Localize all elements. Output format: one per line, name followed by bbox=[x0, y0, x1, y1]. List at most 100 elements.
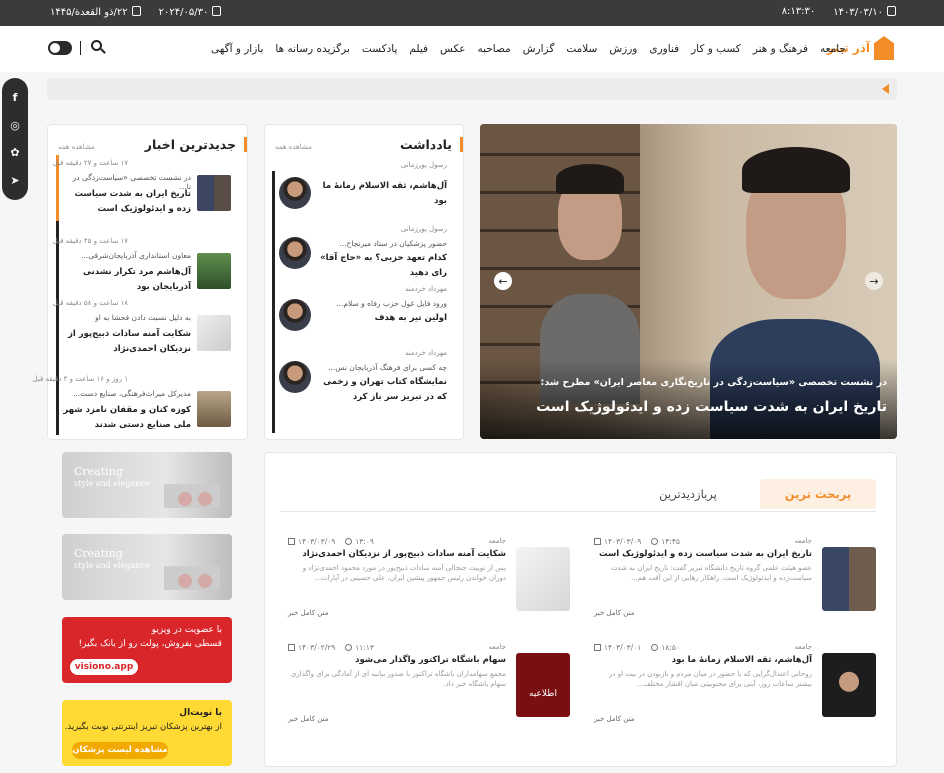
tab-most-discussed[interactable]: پربحث ترین bbox=[760, 479, 876, 509]
date-group-right: ۱۴۰۳/۰۳/۱۰ ۸:۱۳:۳۰ bbox=[782, 6, 896, 18]
story-lead: پس از توییت جنجالی آمنه سادات ذبیح‌پور د… bbox=[302, 564, 506, 582]
calendar-icon bbox=[288, 644, 295, 651]
story-meta: ۱۴۰۳/۰۳/۰۹ ۱۴:۴۵ bbox=[594, 537, 680, 546]
nav-item[interactable]: مصاحبه bbox=[478, 43, 511, 55]
rail-divider bbox=[272, 171, 275, 433]
nav-item[interactable]: سلامت bbox=[566, 43, 597, 55]
nav-item[interactable]: کسب و کار bbox=[691, 43, 741, 55]
calendar-icon bbox=[212, 6, 222, 16]
hero-title[interactable]: تاریخ ایران به شدت سیاست زده و ایدئولوژی… bbox=[536, 399, 887, 415]
ad-chair-image bbox=[198, 492, 212, 506]
story-image bbox=[516, 547, 570, 611]
calendar-icon bbox=[887, 6, 896, 16]
note-title[interactable]: آل‌هاشم، ثقه الاسلام زمانهٔ ما بود bbox=[317, 179, 447, 209]
aparat-icon[interactable]: ✿ bbox=[8, 146, 22, 160]
story-title[interactable]: شکایت آمنه سادات ذبیح‌پور از نزدیکان احم… bbox=[286, 549, 506, 559]
logo-mark-icon bbox=[874, 36, 894, 60]
story-item[interactable]: جامعه ۱۴۰۳/۰۳/۰۹ ۱۴:۴۵ تاریخ ایران به شدت… bbox=[592, 537, 876, 623]
news-title[interactable]: آل‌هاشم مرد تکرار نشدنی آذربایجان بود bbox=[61, 265, 191, 295]
news-thumbnail bbox=[197, 175, 231, 211]
tab-most-viewed[interactable]: پربازدیدترین bbox=[630, 479, 746, 509]
story-item[interactable]: اطلاعیه جامعه ۱۴۰۳/۰۲/۲۹ ۱۱:۱۳ سهام باشگا… bbox=[286, 643, 570, 729]
story-category: جامعه bbox=[488, 537, 506, 545]
furniture-ad-banner[interactable]: Creating style and elegance bbox=[62, 534, 232, 600]
story-image bbox=[822, 653, 876, 717]
hero-subtitle[interactable]: در نشست تخصصی «سیاست‌زدگی در تاریخ‌نگاری… bbox=[541, 377, 887, 388]
play-arrow-icon bbox=[882, 84, 889, 94]
news-lead: معاون استانداری آذربایجان‌شرقی... bbox=[81, 251, 191, 260]
clock-icon bbox=[345, 538, 353, 545]
calendar-icon bbox=[288, 538, 295, 545]
nav-item[interactable]: گزارش bbox=[523, 43, 555, 55]
nobatel-ad-banner[interactable]: با نوبت‌ال از بهترین پزشکان تبریز اینترن… bbox=[62, 700, 232, 766]
nav-item[interactable]: برگزیده رسانه ها bbox=[275, 43, 349, 55]
ad-line: از بهترین پزشکان تبریز اینترنتی نوبت بگی… bbox=[64, 722, 222, 732]
telegram-icon[interactable]: ➤ bbox=[8, 173, 22, 187]
read-more-link[interactable]: متن کامل خبر bbox=[594, 715, 634, 723]
nav-item[interactable]: فناوری bbox=[649, 43, 679, 55]
author-avatar bbox=[279, 237, 311, 269]
ad-chair-image bbox=[178, 492, 192, 506]
date-hijri: ۲۲/ذو القعدة/۱۴۴۵ bbox=[50, 6, 141, 18]
note-title[interactable]: کدام تعهد حزبی؟ به «حاج آقا» رای دهید bbox=[317, 251, 447, 281]
story-title[interactable]: آل‌هاشم، ثقه الاسلام زمانهٔ ما بود bbox=[592, 655, 812, 665]
note-lead: حضور پزشکیان در ستاد میرنجاح... bbox=[339, 239, 447, 248]
note-title[interactable]: اولین تیر به هدف bbox=[317, 311, 447, 326]
nav-item[interactable]: پادکست bbox=[362, 43, 397, 55]
story-title[interactable]: تاریخ ایران به شدت سیاست زده و ایدئولوژی… bbox=[592, 549, 812, 559]
note-lead: چه کسی برای فرهنگ آذربایجان نس... bbox=[328, 363, 447, 372]
notes-card: یادداشت مشاهده همه رسول پورزمانی آل‌هاشم… bbox=[264, 124, 464, 440]
ad-chair-image bbox=[198, 574, 212, 588]
ad-chair-image bbox=[178, 574, 192, 588]
read-more-link[interactable]: متن کامل خبر bbox=[594, 609, 634, 617]
news-time: ۱۸ ساعت و ۵۸ دقیقه قبل bbox=[52, 299, 128, 307]
news-title[interactable]: تاریخ ایران به شدت سیاست زده و ایدئولوژی… bbox=[61, 187, 191, 217]
date-persian: ۱۴۰۳/۰۳/۱۰ bbox=[833, 6, 896, 18]
dark-mode-toggle[interactable] bbox=[48, 41, 72, 55]
time-display: ۸:۱۳:۳۰ bbox=[781, 6, 816, 17]
nav-item[interactable]: ورزش bbox=[609, 43, 637, 55]
visiono-link-button[interactable]: visiono.app bbox=[70, 659, 138, 675]
author-avatar bbox=[279, 361, 311, 393]
note-author: مهرداد خردمند bbox=[404, 349, 447, 357]
nav-item[interactable]: جامعه bbox=[820, 43, 846, 55]
story-item[interactable]: جامعه ۱۴۰۳/۰۳/۰۹ ۱۳:۰۹ شکایت آمنه سادات ذ… bbox=[286, 537, 570, 623]
news-see-all-link[interactable]: مشاهده همه bbox=[58, 143, 95, 151]
story-lead: عضو هیئت علمی گروه تاریخ دانشگاه تبریز گ… bbox=[610, 564, 812, 582]
news-thumbnail bbox=[197, 315, 231, 351]
date-gregorian: ۲۰۲۴/۰۵/۳۰ bbox=[159, 6, 222, 18]
notes-see-all-link[interactable]: مشاهده همه bbox=[275, 143, 312, 151]
visiono-ad-banner[interactable]: با عضویت در ویزیو قسطی بفروش، پولت رو از… bbox=[62, 617, 232, 683]
clock-icon bbox=[651, 538, 659, 545]
story-lead: روحانی اعتدال‌گرایی که با حضور در میان م… bbox=[609, 670, 812, 688]
story-title[interactable]: سهام باشگاه تراکتور واگذار می‌شود bbox=[286, 655, 506, 665]
nav-item[interactable]: فیلم bbox=[409, 43, 428, 55]
news-title[interactable]: شکایت آمنه سادات ذبیح‌پور از نزدیکان احم… bbox=[61, 327, 191, 357]
slider-next-arrow-icon[interactable]: → bbox=[865, 272, 883, 290]
hero-slider[interactable]: ← → در نشست تخصصی «سیاست‌زدگی در تاریخ‌ن… bbox=[480, 124, 897, 439]
latest-news-title: جدیدترین اخبار bbox=[145, 137, 247, 152]
story-item[interactable]: جامعه ۱۴۰۳/۰۳/۰۱ ۱۸:۵۰ آل‌هاشم، ثقه الاسل… bbox=[592, 643, 876, 729]
furniture-ad-banner[interactable]: Creating style and elegance bbox=[62, 452, 232, 518]
news-time: ۱۷ ساعت و ۴۵ دقیقه قبل bbox=[52, 237, 128, 245]
news-thumbnail bbox=[197, 253, 231, 289]
announcement-badge: اطلاعیه bbox=[529, 689, 557, 699]
facebook-icon[interactable]: f bbox=[8, 91, 22, 105]
doctors-list-button[interactable]: مشاهده لیست پزشکان bbox=[72, 742, 168, 759]
nav-item[interactable]: فرهنگ و هنر bbox=[753, 43, 808, 55]
author-avatar bbox=[279, 177, 311, 209]
main-nav: جامعه فرهنگ و هنر کسب و کار فناوری ورزش … bbox=[211, 43, 846, 55]
nav-item[interactable]: بازار و آگهی bbox=[211, 43, 263, 55]
news-ticker[interactable] bbox=[47, 78, 897, 100]
read-more-link[interactable]: متن کامل خبر bbox=[288, 609, 328, 617]
instagram-icon[interactable]: ◎ bbox=[8, 118, 22, 132]
news-title[interactable]: کوزه کنان و مقفان نامزد شهر ملی صنایع دس… bbox=[61, 403, 191, 433]
search-icon[interactable] bbox=[90, 40, 106, 56]
slider-prev-arrow-icon[interactable]: ← bbox=[494, 272, 512, 290]
note-lead: ورود فایل غول حزب رفاه و سلام... bbox=[336, 299, 447, 308]
read-more-link[interactable]: متن کامل خبر bbox=[288, 715, 328, 723]
nav-item[interactable]: عکس bbox=[440, 43, 465, 55]
story-meta: ۱۴۰۳/۰۳/۰۹ ۱۳:۰۹ bbox=[288, 537, 374, 546]
note-title[interactable]: نمایشگاه کتاب تهران و زخمی که در تبریز س… bbox=[317, 375, 447, 405]
news-lead: مدیرکل میراث‌فرهنگی، صنایع دست... bbox=[72, 389, 191, 398]
